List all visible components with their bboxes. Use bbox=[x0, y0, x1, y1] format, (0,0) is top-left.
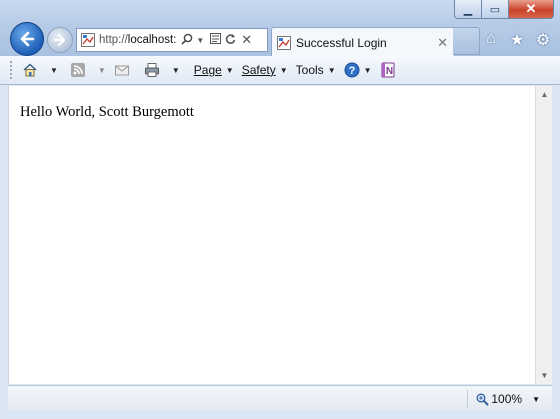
browser-right-icons: ⌂ ★ ⚙ bbox=[482, 30, 552, 50]
safety-menu[interactable]: Safety ▼ bbox=[242, 63, 288, 77]
toolbar-grip[interactable] bbox=[10, 61, 16, 79]
close-button[interactable]: ✕ bbox=[509, 0, 554, 19]
help-button[interactable]: ? ▼ bbox=[344, 62, 372, 78]
new-tab-button[interactable] bbox=[453, 27, 480, 55]
page-favicon-icon bbox=[81, 33, 95, 47]
onenote-icon: N bbox=[381, 62, 395, 78]
safety-dropdown-icon: ▼ bbox=[279, 65, 288, 75]
search-icon[interactable] bbox=[181, 33, 193, 48]
page-content: Hello World, Scott Burgemott bbox=[8, 86, 535, 384]
onenote-button[interactable]: N bbox=[380, 62, 396, 78]
tab-successful-login[interactable]: Successful Login ✕ bbox=[271, 27, 455, 57]
forward-arrow-icon bbox=[54, 34, 65, 46]
home-icon bbox=[23, 63, 37, 77]
greeting-text: Hello World, Scott Burgemott bbox=[20, 104, 194, 120]
back-arrow-icon bbox=[20, 31, 35, 47]
tab-title: Successful Login bbox=[296, 35, 387, 50]
address-bar[interactable]: http://localhost: ▼ ✕ bbox=[76, 28, 268, 52]
compatibility-view-icon[interactable] bbox=[210, 33, 222, 47]
command-bar: ▼ ▼ ▼ Page ▼ Safety ▼ Tools ▼ ? ▼ N bbox=[0, 56, 560, 85]
refresh-icon[interactable] bbox=[225, 33, 236, 47]
caption-buttons: ▁ ▭ ✕ bbox=[454, 0, 554, 20]
printer-icon bbox=[144, 63, 159, 77]
tools-dropdown-icon: ▼ bbox=[327, 65, 336, 75]
read-mail-button[interactable] bbox=[114, 62, 130, 78]
page-dropdown-icon: ▼ bbox=[225, 65, 234, 75]
page-menu[interactable]: Page ▼ bbox=[194, 63, 234, 77]
left-frame bbox=[0, 86, 8, 416]
right-frame bbox=[552, 86, 560, 384]
scroll-up-icon[interactable]: ▲ bbox=[536, 86, 553, 103]
forward-button[interactable] bbox=[47, 27, 73, 53]
safety-menu-label: Safety bbox=[241, 63, 276, 77]
vertical-scrollbar[interactable]: ▲ ▼ bbox=[535, 86, 553, 384]
favorites-star-icon[interactable]: ★ bbox=[508, 30, 526, 50]
status-separator bbox=[467, 390, 469, 408]
back-button[interactable] bbox=[10, 22, 44, 56]
maximize-button[interactable]: ▭ bbox=[482, 0, 509, 19]
zoom-magnifier-icon bbox=[476, 393, 490, 406]
stop-icon[interactable]: ✕ bbox=[241, 32, 252, 48]
url-text[interactable]: http://localhost: bbox=[99, 34, 176, 46]
mail-icon bbox=[114, 65, 129, 76]
print-button[interactable]: ▼ bbox=[144, 62, 180, 78]
url-host: localhost: bbox=[127, 34, 177, 46]
home-icon[interactable]: ⌂ bbox=[482, 30, 500, 50]
help-icon: ? bbox=[344, 62, 360, 78]
help-dropdown-icon: ▼ bbox=[363, 65, 372, 75]
bottom-frame bbox=[0, 411, 560, 419]
home-dropdown-icon[interactable]: ▼ bbox=[50, 66, 58, 75]
browser-window: ▁ ▭ ✕ http://localhost: ▼ ✕ Successful L… bbox=[0, 0, 560, 419]
search-dropdown-icon[interactable]: ▼ bbox=[196, 36, 204, 45]
zoom-control[interactable]: 100% bbox=[476, 392, 522, 406]
tools-menu[interactable]: Tools ▼ bbox=[296, 63, 336, 77]
zoom-level: 100% bbox=[491, 392, 523, 406]
url-prefix: http:// bbox=[99, 34, 128, 46]
status-bar: 100% ▼ bbox=[8, 385, 552, 412]
page-menu-label: Page bbox=[193, 63, 222, 77]
rss-feed-icon bbox=[70, 63, 85, 77]
tools-menu-label: Tools bbox=[295, 63, 324, 77]
tab-favicon-icon bbox=[277, 35, 291, 50]
feeds-dropdown-icon[interactable]: ▼ bbox=[98, 66, 106, 75]
svg-text:N: N bbox=[385, 66, 392, 77]
tab-close-icon[interactable]: ✕ bbox=[437, 35, 448, 51]
minimize-button[interactable]: ▁ bbox=[454, 0, 482, 19]
home-button[interactable]: ▼ bbox=[22, 62, 58, 78]
print-dropdown-icon[interactable]: ▼ bbox=[172, 66, 180, 75]
settings-gear-icon[interactable]: ⚙ bbox=[534, 30, 552, 50]
feeds-button[interactable]: ▼ bbox=[70, 62, 106, 78]
scroll-down-icon[interactable]: ▼ bbox=[536, 367, 553, 384]
title-bar: ▁ ▭ ✕ http://localhost: ▼ ✕ Successful L… bbox=[0, 0, 560, 57]
svg-text:?: ? bbox=[348, 65, 355, 77]
zoom-dropdown-icon[interactable]: ▼ bbox=[532, 395, 540, 404]
